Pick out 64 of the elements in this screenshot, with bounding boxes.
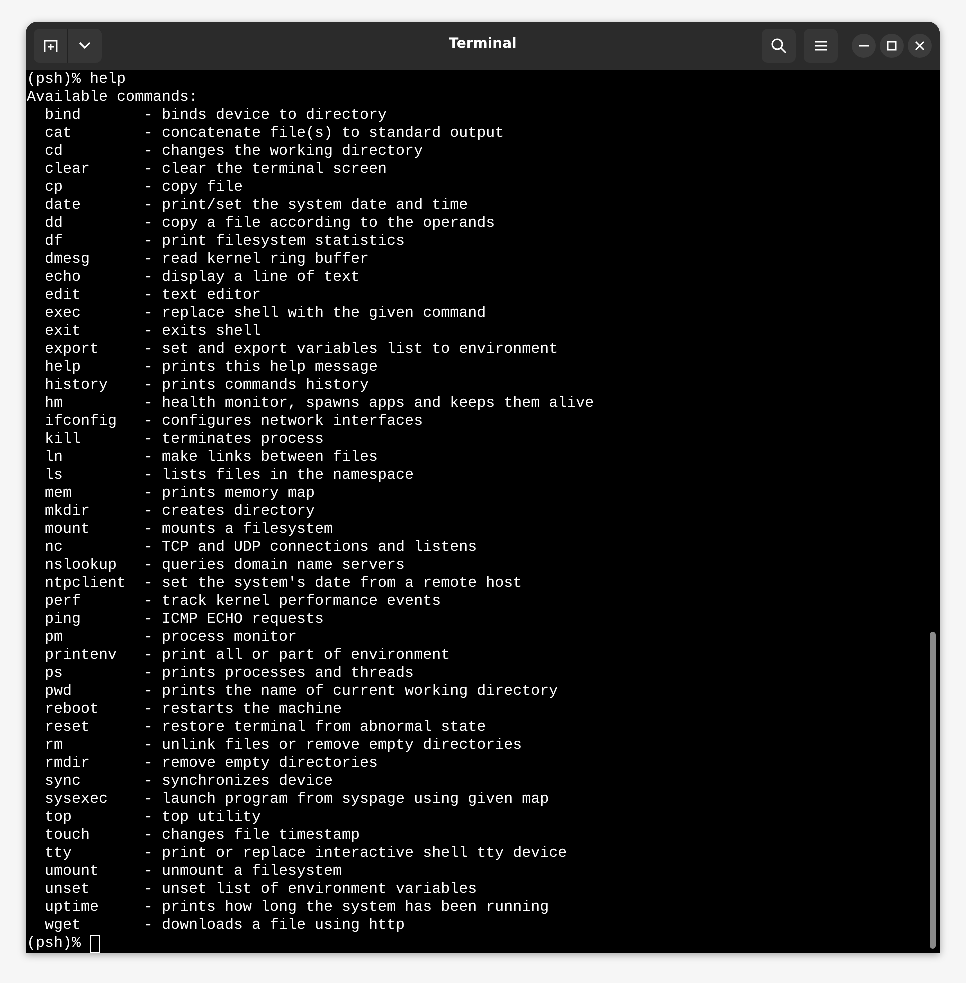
terminal-line: printenv - print all or part of environment [44, 647, 450, 665]
terminal-line: bind - binds device to directory [44, 107, 388, 125]
terminal-line: perf - track kernel performance events [44, 593, 442, 611]
terminal-line: umount - unmount a filesystem [44, 863, 342, 881]
search-button[interactable] [762, 29, 796, 63]
terminal-line: pm - process monitor [44, 629, 298, 647]
terminal-line: cp - copy file [44, 179, 244, 197]
terminal-line: sync - synchronizes device [44, 773, 334, 791]
terminal-line: exit - exits shell [44, 323, 262, 341]
terminal-line: ls - lists files in the namespace [44, 467, 414, 485]
terminal-line: nslookup - queries domain name servers [44, 557, 406, 575]
menu-icon [815, 41, 827, 51]
close-button[interactable] [908, 34, 932, 58]
minimize-icon [859, 45, 869, 47]
text-cursor [90, 935, 100, 953]
terminal-line: mem - prints memory map [44, 485, 316, 503]
terminal-line: reset - restore terminal from abnormal state [44, 719, 486, 737]
terminal-line: dmesg - read kernel ring buffer [44, 251, 370, 269]
chevron-down-icon [79, 42, 91, 50]
terminal-line: mount - mounts a filesystem [44, 521, 334, 539]
terminal-line: date - print/set the system date and time [44, 197, 468, 215]
terminal-line: rm - unlink files or remove empty directories [44, 737, 522, 755]
new-tab-icon [44, 39, 58, 53]
terminal-line: cat - concatenate file(s) to standard output [44, 125, 504, 143]
terminal-line: mkdir - creates directory [44, 503, 316, 521]
close-icon [915, 41, 925, 51]
terminal-line: hm - health monitor, spawns apps and keeps them alive [44, 395, 594, 413]
terminal-line: df - print filesystem statistics [44, 233, 406, 251]
terminal-line: kill - terminates process [44, 431, 324, 449]
terminal-line: top - top utility [44, 809, 262, 827]
terminal-line: dd - copy a file according to the operands [44, 215, 496, 233]
terminal-line: ntpclient - set the system's date from a remote host [44, 575, 522, 593]
minimize-button[interactable] [852, 34, 876, 58]
terminal-line: Available commands: [27, 89, 198, 107]
terminal-line: ps - prints processes and threads [44, 665, 414, 683]
terminal-line: export - set and export variables list to environment [44, 341, 558, 359]
terminal-line: ln - make links between files [44, 449, 378, 467]
terminal-line: nc - TCP and UDP connections and listens [44, 539, 478, 557]
maximize-icon [887, 41, 897, 51]
terminal-line: tty - print or replace interactive shell tty device [44, 845, 568, 863]
terminal-line: ping - ICMP ECHO requests [44, 611, 324, 629]
terminal-line: (psh)% help [27, 71, 126, 89]
scrollbar-thumb[interactable] [930, 632, 936, 949]
terminal-line: exec - replace shell with the given command [44, 305, 486, 323]
terminal-line: help - prints this help message [44, 359, 378, 377]
terminal-line: history - prints commands history [44, 377, 370, 395]
terminal-line: reboot - restarts the machine [44, 701, 342, 719]
terminal-line: unset - unset list of environment variables [44, 881, 478, 899]
terminal-line: ifconfig - configures network interfaces [44, 413, 424, 431]
menu-button[interactable] [804, 29, 838, 63]
terminal-line: clear - clear the terminal screen [44, 161, 388, 179]
terminal-line: edit - text editor [44, 287, 262, 305]
terminal-line: cd - changes the working directory [44, 143, 424, 161]
terminal-line: rmdir - remove empty directories [44, 755, 378, 773]
maximize-button[interactable] [880, 34, 904, 58]
terminal-line: touch - changes file timestamp [44, 827, 360, 845]
shell-prompt: (psh)% [27, 935, 82, 953]
terminal-line: pwd - prints the name of current working directory [44, 683, 558, 701]
terminal-line: uptime - prints how long the system has been running [44, 899, 550, 917]
terminal-line: sysexec - launch program from syspage using given map [44, 791, 550, 809]
search-icon [771, 38, 787, 54]
window-title: Terminal [449, 36, 517, 52]
terminal-line: wget - downloads a file using http [44, 917, 406, 935]
terminal-line: echo - display a line of text [44, 269, 360, 287]
